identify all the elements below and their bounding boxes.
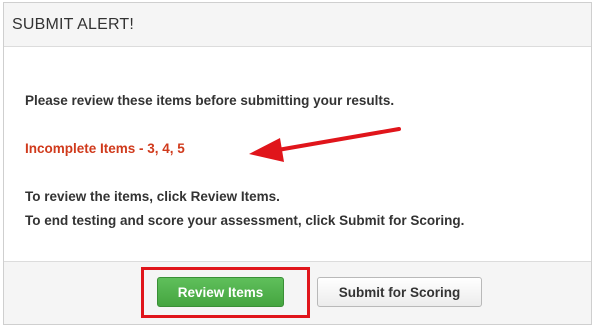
submit-for-scoring-button[interactable]: Submit for Scoring [317,277,482,307]
review-items-button[interactable]: Review Items [157,277,284,307]
submit-alert-dialog: SUBMIT ALERT! Please review these items … [3,2,592,325]
instruction-submit-text: To end testing and score your assessment… [25,213,465,228]
review-message: Please review these items before submitt… [25,93,395,108]
incomplete-items-text: Incomplete Items - 3, 4, 5 [25,141,185,156]
dialog-header: SUBMIT ALERT! [4,3,591,47]
dialog-footer: Review Items Submit for Scoring [4,261,591,324]
instruction-review-text: To review the items, click Review Items. [25,189,280,204]
dialog-title: SUBMIT ALERT! [12,15,135,33]
dialog-body: Please review these items before submitt… [4,47,591,262]
